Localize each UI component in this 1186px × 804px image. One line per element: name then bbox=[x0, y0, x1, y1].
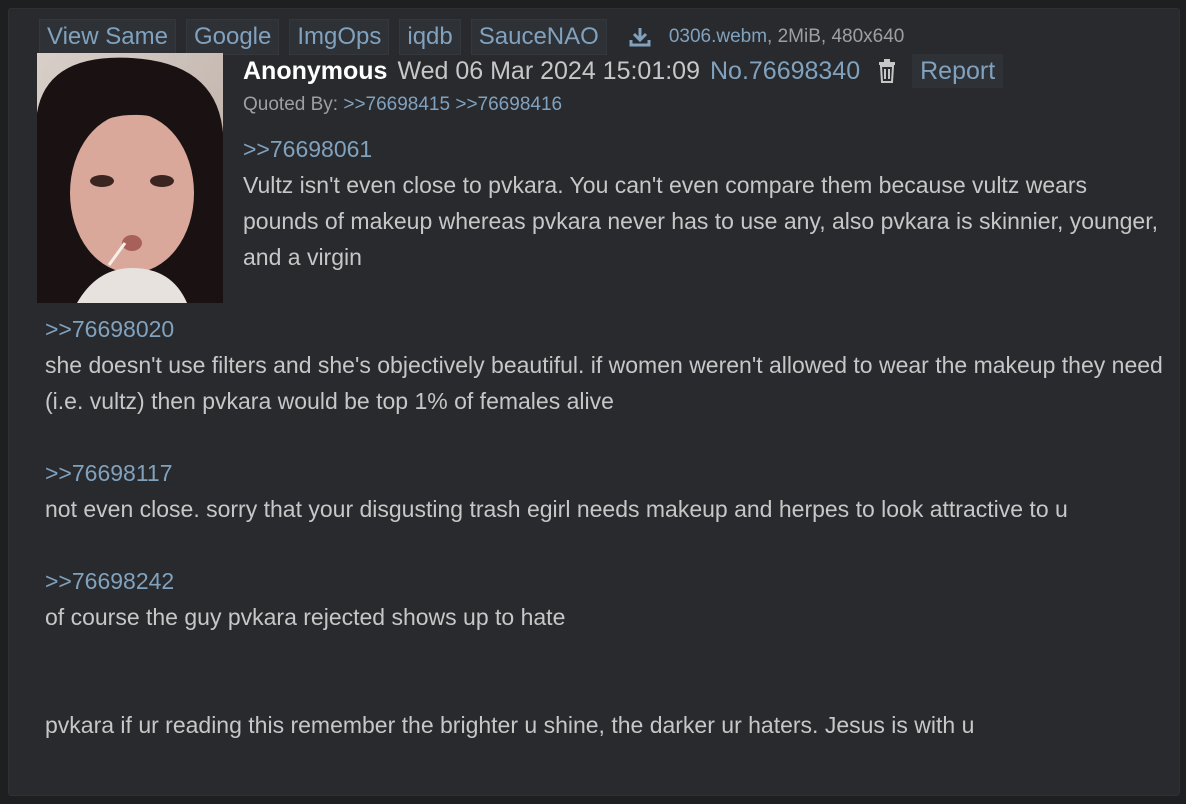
file-info: 0306.webm, 2MiB, 480x640 bbox=[669, 26, 905, 48]
quoted-by-label: Quoted By: bbox=[243, 94, 339, 115]
post-body-top: >>76698061 Vultz isn't even close to pvk… bbox=[243, 131, 1163, 275]
quote-link[interactable]: >>76698117 bbox=[45, 455, 1165, 491]
quoted-by-link[interactable]: >>76698415 bbox=[343, 94, 450, 115]
quoted-by-link[interactable]: >>76698416 bbox=[455, 94, 562, 115]
post-text: of course the guy pvkara rejected shows … bbox=[45, 604, 566, 630]
trash-icon[interactable] bbox=[876, 59, 898, 83]
post-thumbnail[interactable] bbox=[37, 53, 223, 303]
iqdb-button[interactable]: iqdb bbox=[399, 19, 461, 55]
file-meta: , 2MiB, 480x640 bbox=[767, 26, 905, 47]
post-header: Anonymous Wed 06 Mar 2024 15:01:09 No.76… bbox=[243, 53, 1004, 89]
post-number-link[interactable]: No.76698340 bbox=[710, 57, 860, 86]
post-text: Vultz isn't even close to pvkara. You ca… bbox=[243, 172, 1158, 270]
view-same-button[interactable]: View Same bbox=[39, 19, 176, 55]
post-text: not even close. sorry that your disgusti… bbox=[45, 496, 1068, 522]
quoted-by: Quoted By: >>76698415 >>76698416 bbox=[243, 94, 562, 116]
quote-link[interactable]: >>76698242 bbox=[45, 563, 1165, 599]
file-name-link[interactable]: 0306.webm bbox=[669, 26, 767, 47]
google-button[interactable]: Google bbox=[185, 19, 280, 55]
post-text-closing: pvkara if ur reading this remember the b… bbox=[45, 712, 975, 738]
poster-name: Anonymous bbox=[243, 56, 388, 85]
imgops-button[interactable]: ImgOps bbox=[289, 19, 390, 55]
file-toolbar: View Same Google ImgOps iqdb SauceNAO 03… bbox=[39, 19, 904, 55]
post-date: Wed 06 Mar 2024 15:01:09 bbox=[397, 56, 700, 85]
report-button[interactable]: Report bbox=[912, 54, 1004, 88]
quote-link[interactable]: >>76698020 bbox=[45, 311, 1165, 347]
quote-link[interactable]: >>76698061 bbox=[243, 131, 1163, 167]
post-text: she doesn't use filters and she's object… bbox=[45, 352, 1163, 414]
post-container: View Same Google ImgOps iqdb SauceNAO 03… bbox=[8, 8, 1180, 796]
post-body: >>76698020 she doesn't use filters and s… bbox=[45, 311, 1165, 743]
download-icon[interactable] bbox=[627, 24, 653, 50]
saucenao-button[interactable]: SauceNAO bbox=[470, 19, 607, 55]
